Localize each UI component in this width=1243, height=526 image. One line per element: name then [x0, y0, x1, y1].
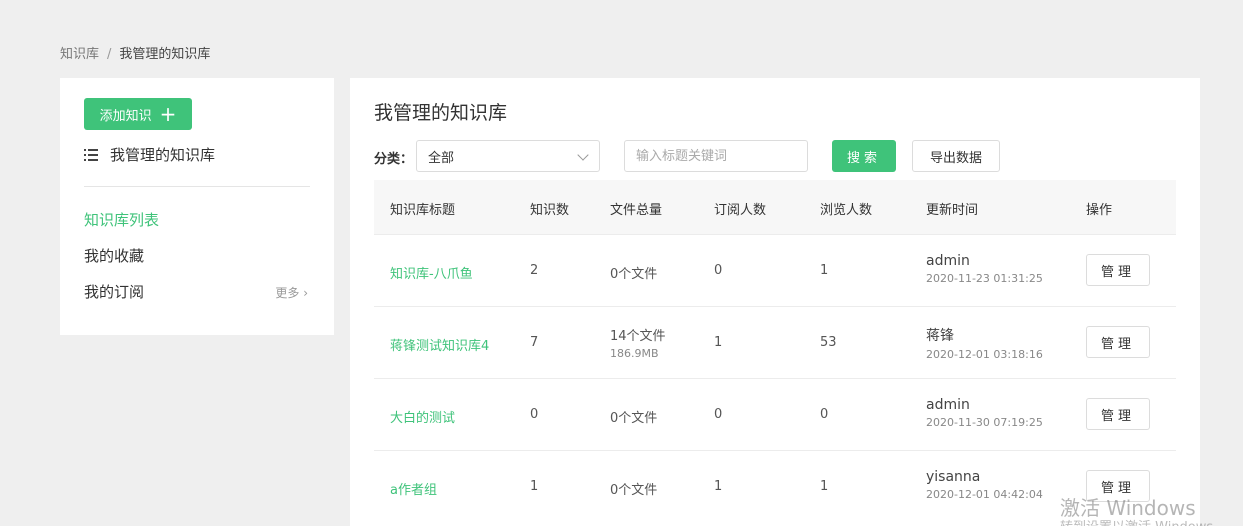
update-user: admin	[926, 397, 970, 413]
knowledge-count: 1	[530, 479, 539, 494]
manage-button[interactable]: 管理	[1086, 398, 1150, 430]
update-info: yisanna 2020-12-01 04:42:04	[926, 469, 1043, 501]
update-time: 2020-12-01 03:18:16	[926, 348, 1043, 361]
subscriber-count: 0	[714, 263, 723, 278]
view-count: 0	[820, 407, 829, 422]
table-row: 大白的测试 0 0个文件 0 0 admin 2020-11-30 07:19:…	[374, 378, 1176, 450]
file-count: 0个文件	[610, 267, 658, 282]
sidebar: 添加知识 + 我管理的知识库 知识库列表 我的收藏 我的订阅 更多 ›	[60, 78, 334, 335]
library-table: 知识库标题 知识数 文件总量 订阅人数 浏览人数 更新时间 操作 知识库-八爪鱼…	[374, 180, 1176, 522]
view-count: 53	[820, 335, 837, 350]
library-title-link[interactable]: 大白的测试	[390, 407, 455, 426]
search-button[interactable]: 搜索	[832, 140, 896, 172]
plus-icon: +	[159, 102, 177, 126]
add-knowledge-button[interactable]: 添加知识 +	[84, 98, 192, 130]
table-row: a作者组 1 0个文件 1 1 yisanna 2020-12-01 04:42…	[374, 450, 1176, 522]
breadcrumb: 知识库 / 我管理的知识库	[60, 43, 210, 62]
update-info: 蒋锋 2020-12-01 03:18:16	[926, 325, 1043, 361]
subscriber-count: 1	[714, 335, 723, 350]
sidebar-item-library-list[interactable]: 知识库列表	[84, 209, 159, 230]
category-select[interactable]: 全部	[416, 140, 600, 172]
subscriber-count: 1	[714, 479, 723, 494]
sidebar-item-subscriptions[interactable]: 我的订阅	[84, 281, 144, 302]
column-header-updated: 更新时间	[926, 203, 979, 218]
update-user: 蒋锋	[926, 328, 954, 344]
library-title-link[interactable]: 知识库-八爪鱼	[390, 263, 473, 282]
column-header-count: 知识数	[530, 203, 570, 218]
view-count: 1	[820, 263, 829, 278]
file-size: 186.9MB	[610, 347, 659, 360]
more-link[interactable]: 更多 ›	[275, 284, 308, 301]
knowledge-count: 7	[530, 335, 539, 350]
windows-activation-subtext: 转到设置以激活 Windows	[1060, 516, 1213, 526]
list-icon	[84, 148, 98, 161]
category-selected-value: 全部	[428, 150, 455, 166]
column-header-title: 知识库标题	[390, 203, 456, 218]
column-header-files: 文件总量	[610, 203, 663, 218]
my-library-label: 我管理的知识库	[110, 146, 216, 164]
table-row: 蒋锋测试知识库4 7 14个文件 186.9MB 1 53 蒋锋 2020-12…	[374, 306, 1176, 378]
update-user: admin	[926, 253, 970, 269]
add-knowledge-label: 添加知识	[99, 108, 152, 124]
breadcrumb-separator: /	[107, 47, 112, 62]
library-title-link[interactable]: a作者组	[390, 479, 437, 498]
filter-label: 分类：	[374, 152, 414, 167]
search-input[interactable]	[624, 140, 808, 172]
view-count: 1	[820, 479, 829, 494]
breadcrumb-current: 我管理的知识库	[119, 47, 211, 62]
chevron-down-icon	[577, 149, 589, 161]
sidebar-item-favorites[interactable]: 我的收藏	[84, 245, 144, 266]
page-title: 我管理的知识库	[374, 102, 508, 124]
library-title-link[interactable]: 蒋锋测试知识库4	[390, 335, 489, 354]
update-info: admin 2020-11-30 07:19:25	[926, 397, 1043, 429]
update-user: yisanna	[926, 469, 981, 485]
knowledge-count: 0	[530, 407, 539, 422]
file-count: 0个文件	[610, 411, 658, 426]
export-button[interactable]: 导出数据	[912, 140, 1000, 172]
sidebar-divider	[84, 186, 310, 187]
breadcrumb-root[interactable]: 知识库	[60, 47, 99, 62]
file-count: 0个文件	[610, 483, 658, 498]
column-header-subscribers: 订阅人数	[714, 203, 767, 218]
update-time: 2020-11-30 07:19:25	[926, 416, 1043, 429]
manage-button[interactable]: 管理	[1086, 326, 1150, 358]
my-library-header[interactable]: 我管理的知识库	[84, 144, 215, 165]
table-header: 知识库标题 知识数 文件总量 订阅人数 浏览人数 更新时间 操作	[374, 180, 1176, 234]
main-panel: 我管理的知识库 分类： 全部 搜索 导出数据 知识库标题 知识数 文件总量 订阅…	[350, 78, 1200, 526]
knowledge-count: 2	[530, 263, 539, 278]
file-info: 14个文件 186.9MB	[610, 325, 666, 360]
update-time: 2020-12-01 04:42:04	[926, 488, 1043, 501]
column-header-actions: 操作	[1086, 203, 1113, 218]
file-count: 14个文件	[610, 329, 666, 344]
manage-button[interactable]: 管理	[1086, 254, 1150, 286]
update-info: admin 2020-11-23 01:31:25	[926, 253, 1043, 285]
column-header-views: 浏览人数	[820, 203, 873, 218]
update-time: 2020-11-23 01:31:25	[926, 272, 1043, 285]
table-row: 知识库-八爪鱼 2 0个文件 0 1 admin 2020-11-23 01:3…	[374, 234, 1176, 306]
subscriber-count: 0	[714, 407, 723, 422]
